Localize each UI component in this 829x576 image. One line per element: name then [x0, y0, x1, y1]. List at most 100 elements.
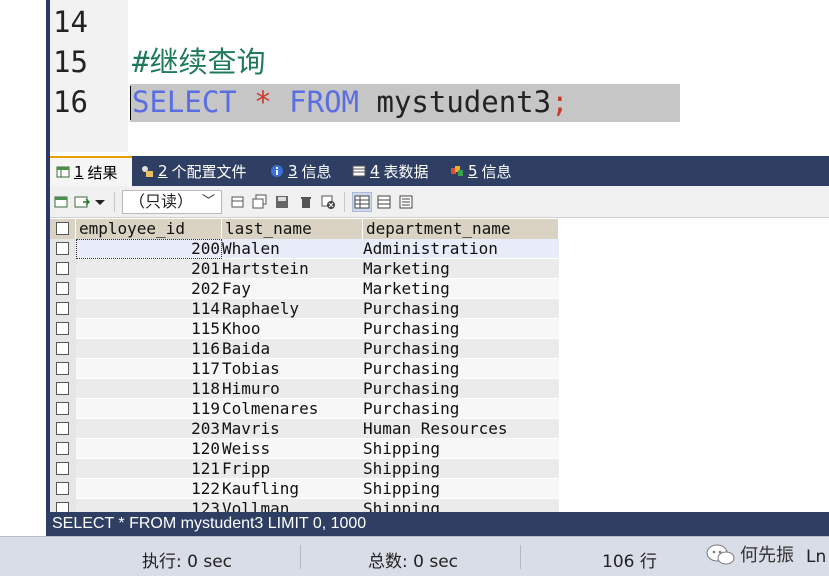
row-checkbox[interactable]: [56, 302, 69, 315]
cell-department-name[interactable]: Shipping: [363, 459, 559, 479]
cell-last-name[interactable]: Raphaely: [222, 299, 363, 319]
row-count: 106 行: [602, 552, 657, 572]
cell-department-name[interactable]: Purchasing: [363, 299, 559, 319]
table-row[interactable]: 123 Vollman Shipping: [50, 499, 559, 512]
row-checkbox[interactable]: [56, 242, 69, 255]
table-row[interactable]: 120 Weiss Shipping: [50, 439, 559, 459]
discard-changes-icon[interactable]: [320, 194, 336, 210]
cell-department-name[interactable]: Shipping: [363, 479, 559, 499]
tab-result-1[interactable]: 1 结果: [50, 156, 132, 186]
cell-department-name[interactable]: Purchasing: [363, 359, 559, 379]
cell-employee-id[interactable]: 123: [76, 499, 222, 512]
cell-department-name[interactable]: Human Resources: [363, 419, 559, 439]
table-row[interactable]: 202 Fay Marketing: [50, 279, 559, 299]
table-row[interactable]: 114 Raphaely Purchasing: [50, 299, 559, 319]
select-all-checkbox[interactable]: [56, 222, 69, 235]
cell-last-name[interactable]: Whalen: [222, 239, 363, 259]
trash-icon[interactable]: [298, 194, 314, 210]
row-checkbox[interactable]: [56, 322, 69, 335]
cell-employee-id[interactable]: 119: [76, 399, 222, 419]
cell-department-name[interactable]: Marketing: [363, 279, 559, 299]
cell-last-name[interactable]: Fay: [222, 279, 363, 299]
code-line-16[interactable]: 16 SELECT * FROM mystudent3;: [50, 82, 829, 122]
column-header-last-name[interactable]: last_name: [222, 219, 363, 239]
cell-employee-id[interactable]: 200: [76, 239, 222, 259]
table-row[interactable]: 119 Colmenares Purchasing: [50, 399, 559, 419]
row-checkbox[interactable]: [56, 282, 69, 295]
result-grid[interactable]: employee_id last_name department_name 20…: [50, 219, 829, 512]
cell-last-name[interactable]: Khoo: [222, 319, 363, 339]
table-row[interactable]: 203 Mavris Human Resources: [50, 419, 559, 439]
add-row-icon[interactable]: [230, 194, 246, 210]
cell-employee-id[interactable]: 118: [76, 379, 222, 399]
cell-department-name[interactable]: Purchasing: [363, 339, 559, 359]
row-checkbox[interactable]: [56, 442, 69, 455]
cell-department-name[interactable]: Shipping: [363, 499, 559, 512]
cell-last-name[interactable]: Tobias: [222, 359, 363, 379]
cell-last-name[interactable]: Weiss: [222, 439, 363, 459]
read-only-select[interactable]: （只读） ﹀: [122, 190, 222, 214]
code-line-15[interactable]: 15 #继续查询: [50, 42, 829, 82]
row-checkbox[interactable]: [56, 462, 69, 475]
cell-last-name[interactable]: Vollman: [222, 499, 363, 512]
tab-info-5[interactable]: 5 信息: [444, 156, 524, 186]
table-row[interactable]: 115 Khoo Purchasing: [50, 319, 559, 339]
table-row[interactable]: 117 Tobias Purchasing: [50, 359, 559, 379]
execution-time: 执行: 0 sec: [142, 552, 233, 572]
cell-department-name[interactable]: Purchasing: [363, 319, 559, 339]
row-checkbox[interactable]: [56, 362, 69, 375]
table-row[interactable]: 201 Hartstein Marketing: [50, 259, 559, 279]
table-row[interactable]: 116 Baida Purchasing: [50, 339, 559, 359]
cell-employee-id[interactable]: 202: [76, 279, 222, 299]
cell-department-name[interactable]: Purchasing: [363, 379, 559, 399]
tab-info-3[interactable]: 3 信息: [264, 156, 344, 186]
cell-employee-id[interactable]: 115: [76, 319, 222, 339]
column-header-department-name[interactable]: department_name: [363, 219, 559, 239]
cell-employee-id[interactable]: 117: [76, 359, 222, 379]
table-row[interactable]: 121 Fripp Shipping: [50, 459, 559, 479]
duplicate-row-icon[interactable]: [252, 194, 268, 210]
chevron-down-icon[interactable]: [94, 194, 106, 210]
cell-department-name[interactable]: Purchasing: [363, 399, 559, 419]
row-checkbox[interactable]: [56, 262, 69, 275]
cell-last-name[interactable]: Himuro: [222, 379, 363, 399]
cell-employee-id[interactable]: 120: [76, 439, 222, 459]
row-checkbox[interactable]: [56, 342, 69, 355]
row-checkbox[interactable]: [56, 502, 69, 512]
tab-label: 个配置文件: [171, 162, 247, 181]
cell-last-name[interactable]: Kaufling: [222, 479, 363, 499]
cell-employee-id[interactable]: 116: [76, 339, 222, 359]
column-header-employee-id[interactable]: employee_id: [76, 219, 222, 239]
form-view-icon[interactable]: [376, 194, 392, 210]
table-row[interactable]: 122 Kaufling Shipping: [50, 479, 559, 499]
row-checkbox[interactable]: [56, 382, 69, 395]
table-row[interactable]: 118 Himuro Purchasing: [50, 379, 559, 399]
cell-last-name[interactable]: Colmenares: [222, 399, 363, 419]
code-line-14[interactable]: 14: [50, 2, 829, 42]
sql-editor[interactable]: 14 15 #继续查询 16 SELECT * FROM mystudent3;: [0, 0, 829, 152]
cell-employee-id[interactable]: 201: [76, 259, 222, 279]
cell-last-name[interactable]: Hartstein: [222, 259, 363, 279]
cell-department-name[interactable]: Shipping: [363, 439, 559, 459]
select-all-header[interactable]: [50, 219, 76, 239]
grid-view-icon[interactable]: [352, 192, 372, 212]
row-checkbox[interactable]: [56, 422, 69, 435]
tab-profile-2[interactable]: 2 个配置文件: [134, 156, 262, 186]
cell-employee-id[interactable]: 121: [76, 459, 222, 479]
cell-employee-id[interactable]: 114: [76, 299, 222, 319]
tab-table-data-4[interactable]: 4 表数据: [346, 156, 442, 186]
cell-last-name[interactable]: Baida: [222, 339, 363, 359]
cell-employee-id[interactable]: 203: [76, 419, 222, 439]
cell-last-name[interactable]: Fripp: [222, 459, 363, 479]
cell-last-name[interactable]: Mavris: [222, 419, 363, 439]
cell-employee-id[interactable]: 122: [76, 479, 222, 499]
cell-department-name[interactable]: Administration: [363, 239, 559, 259]
text-view-icon[interactable]: [398, 194, 414, 210]
row-checkbox[interactable]: [56, 482, 69, 495]
import-icon[interactable]: [74, 194, 90, 210]
export-grid-icon[interactable]: [54, 194, 70, 210]
row-checkbox[interactable]: [56, 402, 69, 415]
table-row[interactable]: 200 Whalen Administration: [50, 239, 559, 259]
cell-department-name[interactable]: Marketing: [363, 259, 559, 279]
save-icon[interactable]: [274, 194, 290, 210]
